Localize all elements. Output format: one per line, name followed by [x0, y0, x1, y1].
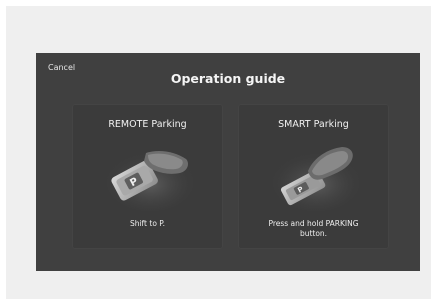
remote-parking-title: REMOTE Parking	[108, 119, 187, 130]
smart-parking-caption: Press and hold PARKING button.	[238, 219, 389, 239]
caption-line: button.	[299, 229, 328, 238]
remote-parking-caption: Shift to P.	[72, 219, 223, 229]
press-parking-button-icon: P	[272, 147, 359, 211]
operation-guide-screen: Cancel Operation guide REMOTE Parking P …	[36, 53, 420, 271]
remote-parking-card[interactable]: REMOTE Parking P Shift to P.	[72, 104, 223, 249]
page-title: Operation guide	[170, 71, 286, 86]
page-frame: Cancel Operation guide REMOTE Parking P …	[6, 6, 431, 299]
smart-parking-title: SMART Parking	[278, 119, 349, 130]
caption-line: Shift to P.	[129, 219, 166, 228]
caption-line: Press and hold PARKING	[268, 219, 359, 228]
smart-parking-card[interactable]: SMART Parking P Press and hold PARKING b…	[238, 104, 389, 249]
smart-key-p-button-icon: P	[106, 151, 193, 211]
